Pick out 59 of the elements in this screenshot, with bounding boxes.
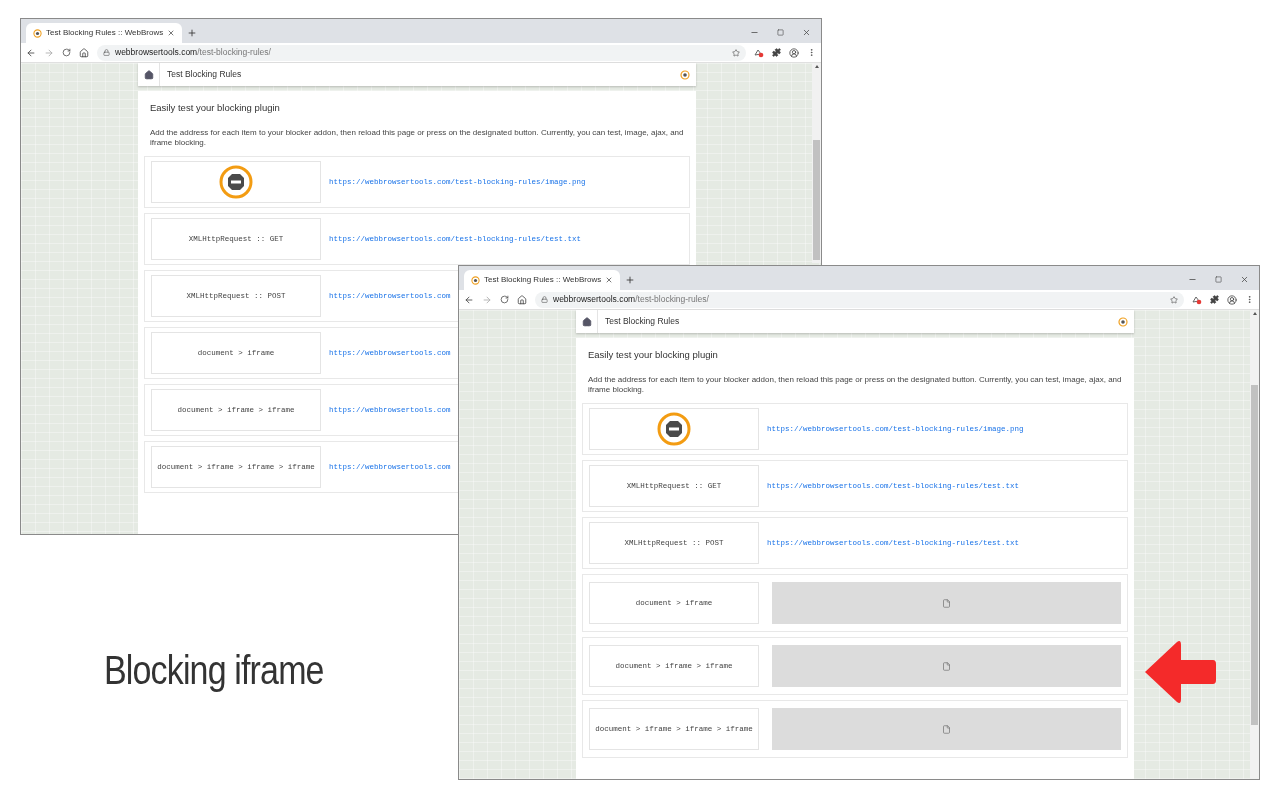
page-heading: Easily test your blocking plugin [587, 348, 719, 362]
menu-icon[interactable] [1245, 295, 1254, 304]
close-window-icon[interactable] [802, 28, 811, 37]
header-title: Test Blocking Rules [605, 315, 681, 328]
extension-icon[interactable] [754, 47, 764, 58]
site-icon [33, 28, 42, 38]
profile-icon[interactable] [789, 47, 799, 58]
lock-icon [103, 49, 110, 56]
profile-icon[interactable] [1227, 294, 1237, 305]
back-icon[interactable] [26, 47, 36, 58]
home-icon[interactable] [79, 47, 89, 58]
back-icon[interactable] [464, 294, 474, 305]
scrollbar[interactable] [1250, 310, 1259, 779]
logo-icon [1118, 316, 1128, 327]
document-icon [942, 598, 951, 608]
scroll-up-icon[interactable] [1252, 312, 1257, 315]
browser-tab[interactable]: Test Blocking Rules :: WebBrows [26, 23, 183, 43]
maximize-icon[interactable] [1215, 276, 1222, 283]
reload-icon[interactable] [62, 48, 71, 57]
address-bar[interactable]: webbrowsertools.com/test-blocking-rules/ [97, 44, 746, 61]
url-text: webbrowsertools.com/test-blocking-rules/ [553, 293, 709, 306]
close-window-icon[interactable] [1240, 275, 1249, 284]
home-link-icon[interactable] [143, 69, 154, 80]
scrollbar-thumb[interactable] [813, 140, 820, 260]
lock-icon [541, 296, 548, 303]
bookmark-star-icon[interactable] [732, 48, 740, 57]
new-tab-icon[interactable] [625, 275, 636, 285]
page-heading: Easily test your blocking plugin [149, 101, 281, 115]
home-link-icon[interactable] [581, 316, 592, 327]
document-icon [942, 661, 951, 671]
caption: Blocking iframe [104, 647, 324, 694]
page-description: Add the address for each item to your blocker addon, then reload this page or press on the designated button. Currently, you can test, image, ajax, and iframe blocking. [587, 375, 1123, 396]
header-title: Test Blocking Rules [167, 68, 243, 81]
home-icon[interactable] [517, 294, 527, 305]
site-icon [471, 275, 480, 285]
page-description: Add the address for each item to your blocker addon, then reload this page or press on the designated button. Currently, you can test, image, ajax, and iframe blocking. [149, 128, 685, 149]
blocked-image-icon [219, 165, 253, 200]
url-text: webbrowsertools.com/test-blocking-rules/ [115, 46, 271, 59]
logo-icon [680, 69, 690, 80]
new-tab-icon[interactable] [187, 28, 198, 38]
maximize-icon[interactable] [777, 29, 784, 36]
close-tab-icon[interactable] [605, 276, 614, 284]
puzzle-icon[interactable] [1210, 295, 1219, 304]
tab-title: Test Blocking Rules :: WebBrows [46, 27, 164, 39]
reload-icon[interactable] [500, 295, 509, 304]
scrollbar-thumb[interactable] [1251, 385, 1258, 725]
document-icon [942, 724, 951, 734]
scroll-up-icon[interactable] [814, 65, 819, 68]
tab-title: Test Blocking Rules :: WebBrows [484, 274, 602, 286]
close-tab-icon[interactable] [167, 29, 176, 37]
blocked-image-icon [657, 412, 691, 447]
puzzle-icon[interactable] [772, 48, 781, 57]
scrollbar[interactable] [812, 63, 821, 263]
bookmark-star-icon[interactable] [1170, 295, 1178, 304]
menu-icon[interactable] [807, 48, 816, 57]
arrow-icon [1143, 640, 1217, 704]
address-bar[interactable]: webbrowsertools.com/test-blocking-rules/ [535, 291, 1184, 308]
browser-tab[interactable]: Test Blocking Rules :: WebBrows [464, 270, 621, 290]
extension-icon[interactable] [1192, 294, 1202, 305]
